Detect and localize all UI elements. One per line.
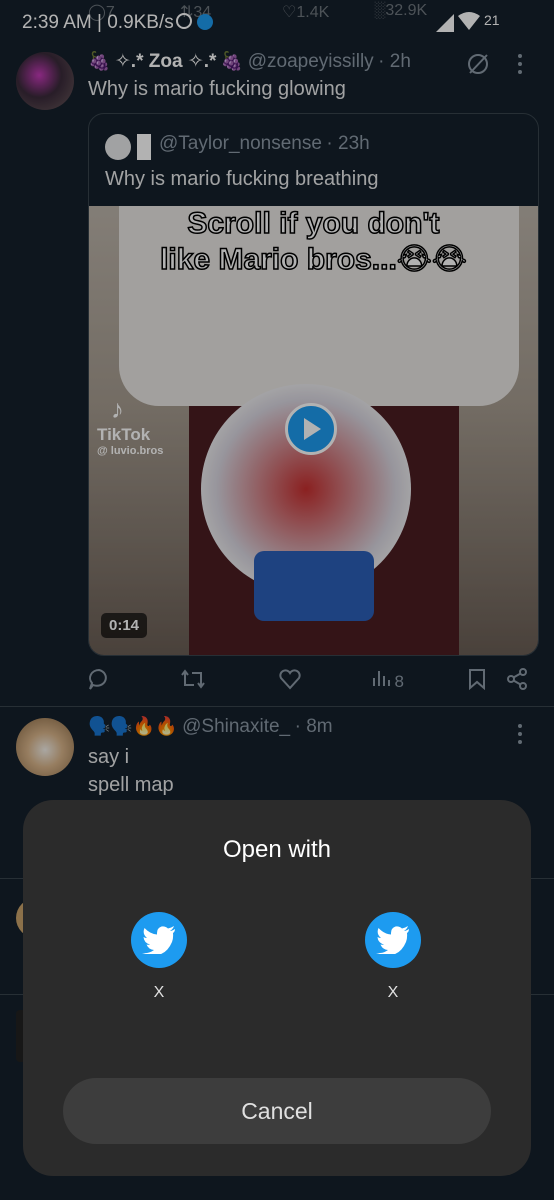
twitter-bird-icon: [365, 912, 421, 968]
app-option-x-2[interactable]: X: [365, 912, 421, 1002]
twitter-bird-icon: [131, 912, 187, 968]
app-label: X: [153, 984, 165, 1001]
app-label: X: [387, 984, 399, 1001]
open-with-sheet: Open with X X Cancel: [23, 800, 531, 1176]
sheet-title: Open with: [222, 836, 332, 863]
cancel-button[interactable]: Cancel: [63, 1078, 491, 1144]
app-option-x-1[interactable]: X: [131, 912, 187, 1002]
